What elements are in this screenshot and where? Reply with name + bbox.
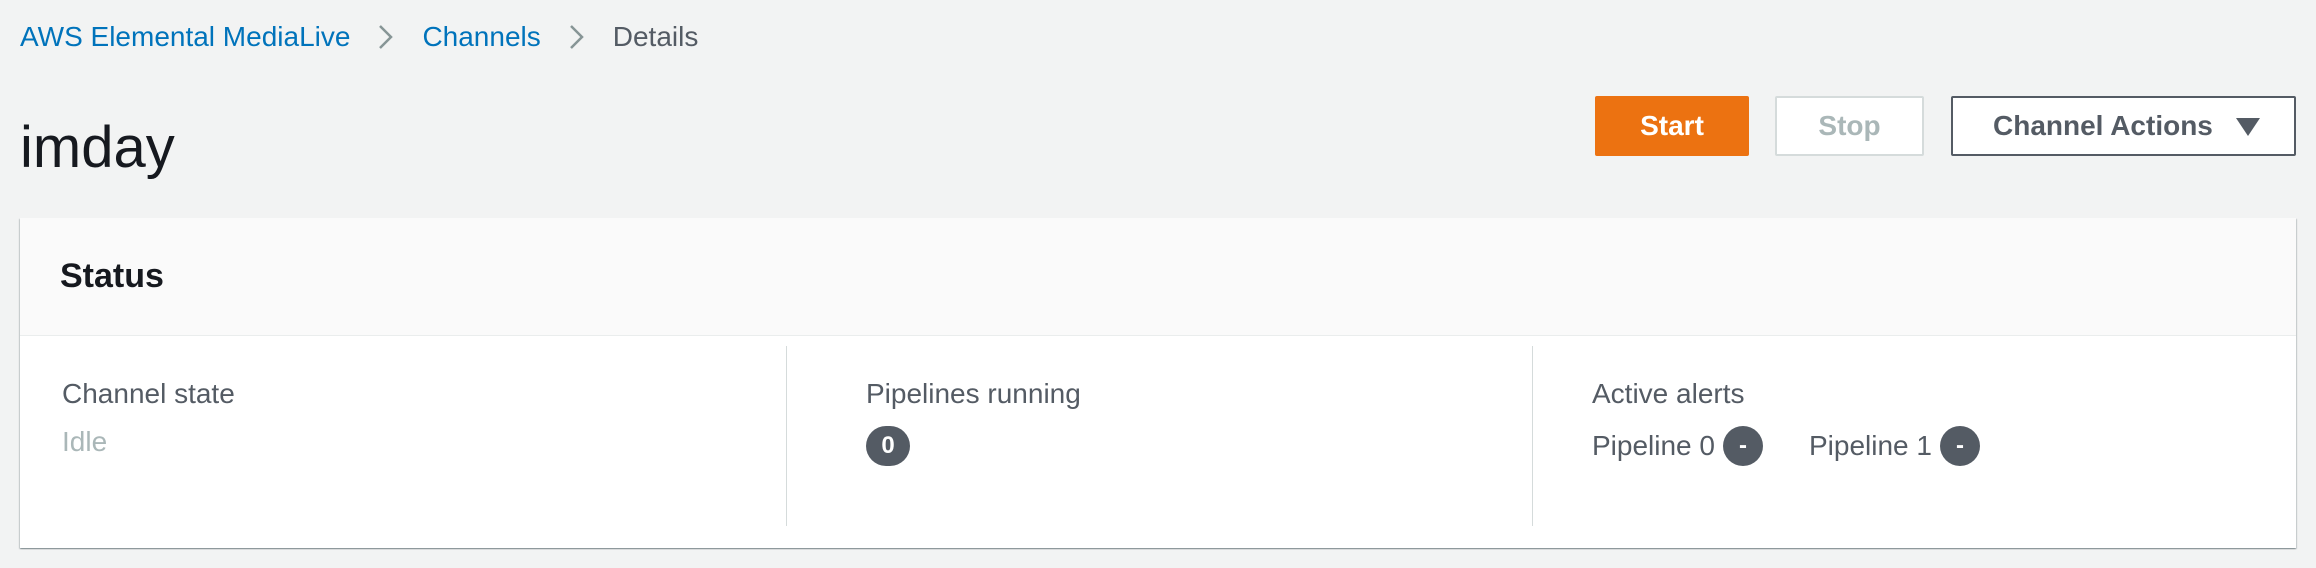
status-panel-header: Status (20, 218, 2296, 336)
pipeline-0-label: Pipeline 0 (1592, 430, 1715, 461)
pipeline-1-alert: Pipeline 1 - (1809, 426, 1980, 466)
caret-down-icon (2236, 118, 2260, 136)
chevron-right-icon (350, 14, 422, 60)
pipeline-1-label: Pipeline 1 (1808, 430, 1932, 461)
active-alerts-section: Active alerts Pipeline 0 - Pipeline 1 - (1532, 336, 2296, 548)
pipelines-running-value: 0 (866, 426, 910, 466)
breadcrumb-link-medialive[interactable]: AWS Elemental MediaLive (20, 21, 350, 53)
page: AWS Elemental MediaLive Channels Details… (0, 0, 2316, 568)
channel-actions-label: Channel Actions (1993, 110, 2213, 141)
active-alerts-label: Active alerts (1592, 378, 1745, 409)
pipelines-running-badge: 0 (866, 426, 910, 466)
active-alerts-list: Pipeline 0 - Pipeline 1 - (1592, 426, 1980, 466)
channel-state-label: Channel state (62, 378, 235, 409)
pipelines-running-label: Pipelines running (866, 378, 1081, 409)
breadcrumb: AWS Elemental MediaLive Channels Details (20, 14, 698, 60)
channel-actions-dropdown[interactable]: Channel Actions (1951, 96, 2296, 156)
status-panel: Status Channel state Idle Pipelines runn… (20, 218, 2296, 548)
breadcrumb-current: Details (612, 21, 699, 52)
status-panel-body: Channel state Idle Pipelines running 0 A… (20, 336, 2296, 548)
status-panel-title: Status (60, 257, 164, 295)
start-button[interactable]: Start (1595, 96, 1749, 156)
page-title: imday (20, 115, 175, 180)
pipelines-running-section: Pipelines running 0 (787, 336, 1532, 548)
pipeline-1-alert-badge: - (1939, 426, 1980, 466)
stop-button[interactable]: Stop (1775, 96, 1924, 156)
breadcrumb-link-channels[interactable]: Channels (422, 21, 540, 53)
pipeline-0-alert: Pipeline 0 - (1592, 426, 1763, 466)
channel-state-value: Idle (62, 426, 108, 457)
chevron-right-icon (541, 14, 613, 60)
channel-state-section: Channel state Idle (20, 336, 787, 548)
pipeline-0-alert-badge: - (1722, 426, 1763, 466)
